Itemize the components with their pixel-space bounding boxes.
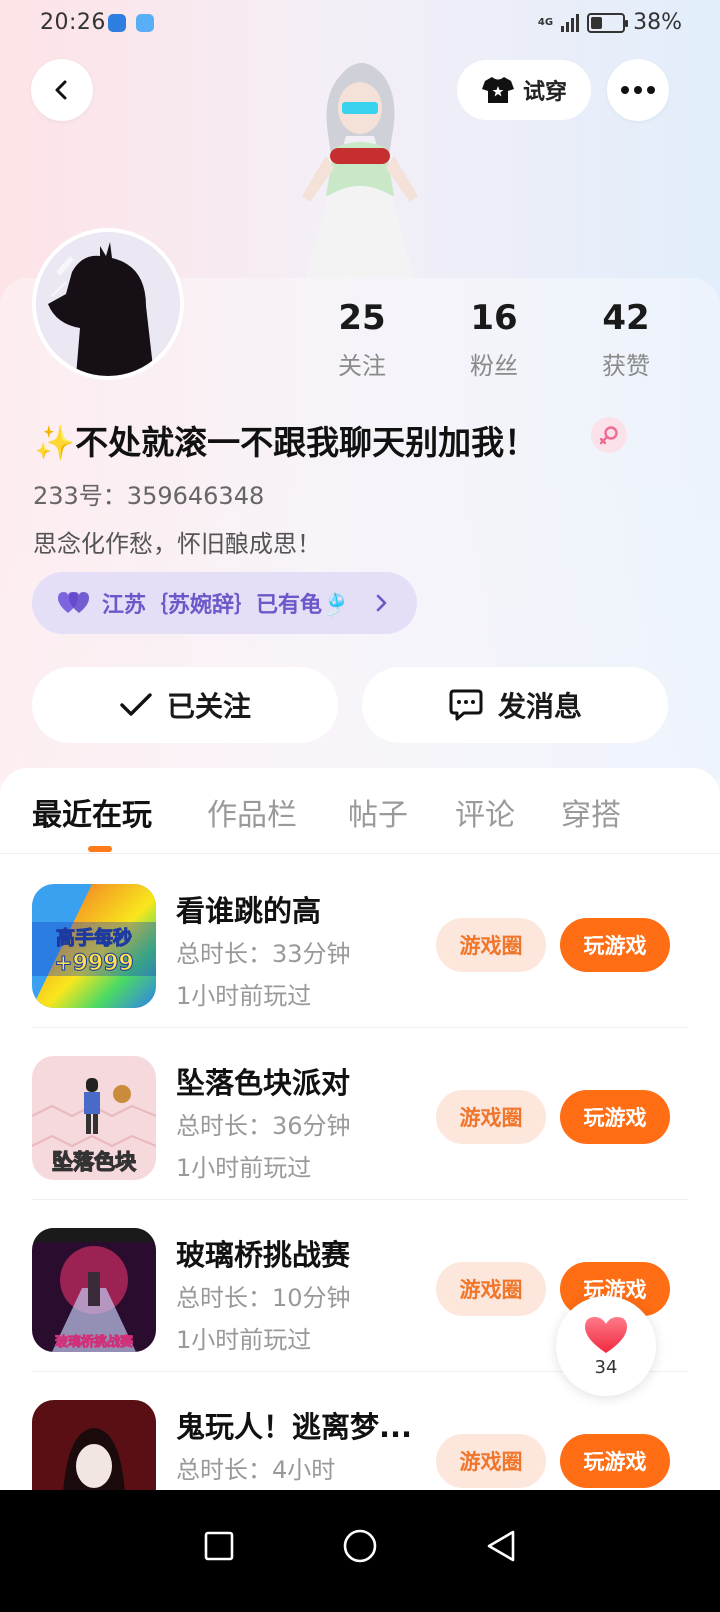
svg-text:玻璃桥挑战赛: 玻璃桥挑战赛 [55,1334,134,1350]
tab-indicator [88,846,112,852]
followed-button[interactable]: 已关注 [32,667,338,743]
game-thumbnail[interactable]: 玻璃桥挑战赛 [32,1228,156,1352]
check-icon [120,693,152,716]
game-thumbnail[interactable]: 坠落色块 [32,1056,156,1180]
play-game-button[interactable]: 玩游戏 [560,918,670,972]
play-game-button[interactable]: 玩游戏 [560,1434,670,1488]
stat-following[interactable]: 25 关注 [307,298,417,381]
game-title[interactable]: 坠落色块派对 [176,1060,350,1102]
stat-likes[interactable]: 42 获赞 [571,298,681,381]
game-duration: 总时长：36分钟 [176,1112,351,1140]
game-last-played: 1小时前玩过 [176,1154,312,1182]
tab-works[interactable]: 作品栏 [207,790,297,834]
tab-outfits[interactable]: 穿搭 [561,790,621,834]
game-title[interactable]: 玻璃桥挑战赛 [176,1232,350,1274]
chevron-right-icon [376,594,387,612]
game-title[interactable]: 看谁跳的高 [176,888,321,930]
tab-recently-played[interactable]: 最近在玩 [32,790,152,834]
send-message-label: 发消息 [497,690,582,723]
game-circle-button[interactable]: 游戏圈 [436,1262,546,1316]
game-circle-button[interactable]: 游戏圈 [436,1090,546,1144]
bio: 思念化作愁，怀旧酿成思！ [33,530,321,558]
recent-apps-icon[interactable] [203,1530,235,1562]
game-last-played: 1小时前玩过 [176,982,312,1010]
club-tag-label: 江苏｛苏婉辞｝已有龟🎐 [102,593,350,618]
game-thumbnail-image: 高手每秒 +9999 [32,884,156,1008]
try-on-button[interactable]: 试穿 [457,60,591,120]
tshirt-icon [481,77,514,103]
message-bubble-icon [449,689,483,721]
game-last-played: 1小时前玩过 [176,1326,312,1354]
stat-likes-value: 42 [602,298,650,338]
game-title[interactable]: 鬼玩人！逃离梦... [176,1404,412,1446]
network-type-icon: 4G [537,16,554,28]
tab-posts[interactable]: 帖子 [348,790,408,834]
character-figure [302,62,418,278]
status-bar: 20:26 4G 38% [0,0,720,48]
game-row[interactable]: 高手每秒 +9999 看谁跳的高 总时长：33分钟 1小时前玩过 游戏圈 玩游戏 [0,856,720,1028]
battery-icon [587,12,629,33]
nickname: ✨不处就滚一不跟我聊天别加我！ [34,423,538,462]
signal-icon [561,13,580,32]
heart-icon [585,1316,627,1353]
send-message-button[interactable]: 发消息 [362,667,668,743]
back-nav-icon[interactable] [485,1529,517,1563]
game-duration: 总时长：10分钟 [176,1284,351,1312]
avatar-image [36,232,180,376]
game-thumbnail[interactable]: 高手每秒 +9999 [32,884,156,1008]
avatar[interactable] [32,228,184,380]
stat-fans-label: 粉丝 [470,352,518,380]
weather-notification-icon [136,14,154,32]
battery-level [591,16,603,29]
app-notification-icon [108,14,126,32]
svg-text:高手每秒: 高手每秒 [56,926,132,949]
followed-label: 已关注 [166,690,251,723]
game-duration: 总时长：4小时 [176,1456,336,1484]
double-heart-icon [58,592,89,613]
like-count: 34 [594,1356,618,1378]
tab-comments[interactable]: 评论 [455,790,515,834]
game-thumbnail-image: 坠落色块 [32,1056,156,1180]
game-duration: 总时长：33分钟 [176,940,351,968]
home-icon[interactable] [342,1528,378,1564]
female-symbol-icon [591,417,627,453]
chevron-left-icon [55,80,67,100]
play-game-button[interactable]: 玩游戏 [560,1090,670,1144]
try-on-label: 试穿 [522,80,567,105]
game-circle-button[interactable]: 游戏圈 [436,1434,546,1488]
system-nav-bar [0,1490,720,1612]
status-time: 20:26 [40,10,106,35]
battery-percent: 38% [633,10,682,35]
status-right: 4G 38% [538,10,682,35]
stat-likes-label: 获赞 [602,352,650,380]
stat-following-value: 25 [338,298,386,338]
game-thumbnail-image: 玻璃桥挑战赛 [32,1228,156,1352]
stat-following-label: 关注 [338,352,386,380]
game-row[interactable]: 坠落色块 坠落色块派对 总时长：36分钟 1小时前玩过 游戏圈 玩游戏 [0,1028,720,1200]
tabs-divider [0,853,720,854]
stat-fans[interactable]: 16 粉丝 [439,298,549,381]
user-id: 233号：359646348 [33,482,265,510]
floating-like-button[interactable]: 34 [556,1296,656,1396]
female-symbol-shape [599,426,618,445]
svg-text:+9999: +9999 [54,951,134,976]
svg-text:坠落色块: 坠落色块 [52,1150,137,1174]
game-circle-button[interactable]: 游戏圈 [436,918,546,972]
back-button[interactable] [31,59,93,121]
club-tag[interactable]: 江苏｛苏婉辞｝已有龟🎐 [32,572,417,634]
more-dots-icon [621,86,655,94]
stat-fans-value: 16 [470,298,518,338]
more-options-button[interactable] [607,59,669,121]
